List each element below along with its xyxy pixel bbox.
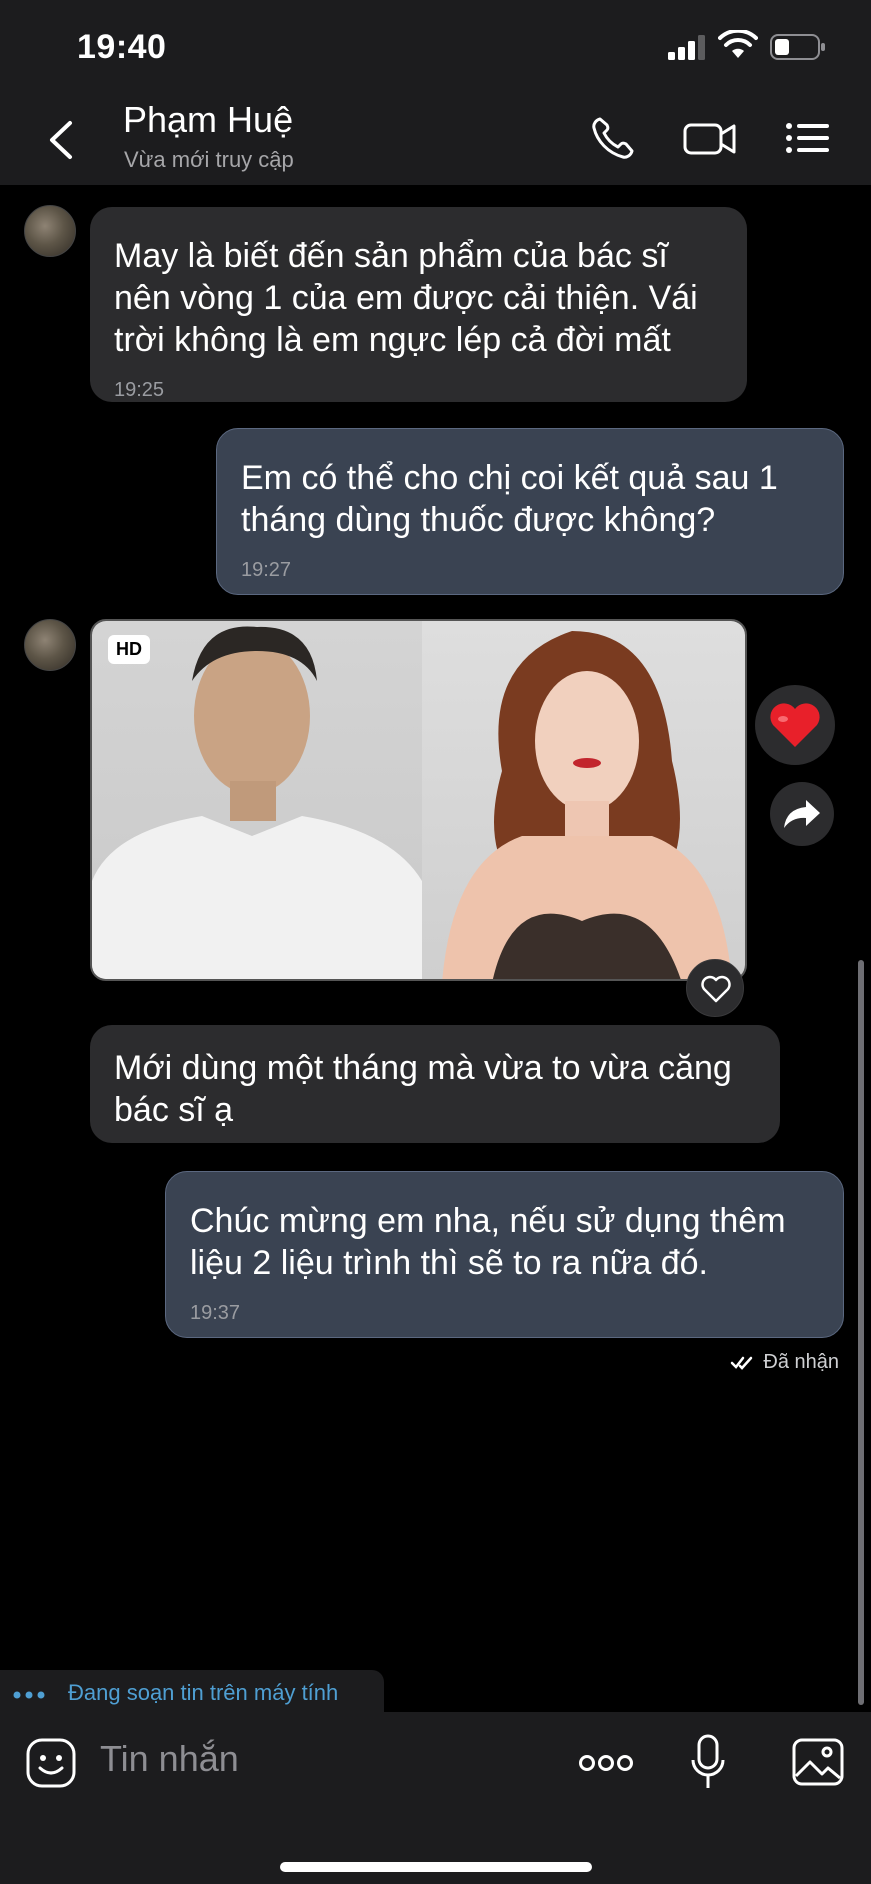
heart-reaction-button[interactable] xyxy=(755,685,835,765)
contact-name[interactable]: Phạm Huệ xyxy=(123,99,293,141)
heart-reaction-icon xyxy=(770,703,820,747)
message-list[interactable]: May là biết đến sản phẩm của bác sĩ nên … xyxy=(0,185,871,1716)
typing-indicator: Đang soạn tin trên máy tính xyxy=(0,1670,384,1716)
message-bubble-incoming[interactable]: May là biết đến sản phẩm của bác sĩ nên … xyxy=(90,207,747,402)
message-text: Chúc mừng em nha, nếu sử dụng thêm liệu … xyxy=(190,1202,786,1282)
scrollbar[interactable] xyxy=(858,960,864,1705)
signal-icon xyxy=(668,35,705,60)
more-icon[interactable] xyxy=(578,1750,634,1776)
home-indicator[interactable] xyxy=(280,1862,592,1872)
back-icon[interactable] xyxy=(40,117,80,163)
photo-after xyxy=(422,621,745,979)
message-input[interactable]: Tin nhắn xyxy=(100,1738,239,1780)
check-double-icon xyxy=(730,1356,753,1370)
status-time: 19:40 xyxy=(77,28,167,66)
heart-outline-icon xyxy=(701,975,731,1003)
avatar[interactable] xyxy=(24,619,76,671)
share-icon xyxy=(784,800,820,828)
message-text: Em có thể cho chị coi kết quả sau 1 thán… xyxy=(241,459,778,539)
message-composer: Tin nhắn xyxy=(0,1712,871,1884)
contact-status: Vừa mới truy cập xyxy=(124,147,294,172)
message-time: 19:37 xyxy=(190,1302,241,1324)
message-time: 19:25 xyxy=(114,379,165,401)
microphone-icon[interactable] xyxy=(690,1734,726,1792)
message-bubble-outgoing[interactable]: Chúc mừng em nha, nếu sử dụng thêm liệu … xyxy=(165,1171,844,1338)
sticker-icon[interactable] xyxy=(26,1738,76,1788)
message-text: May là biết đến sản phẩm của bác sĩ nên … xyxy=(114,237,698,359)
battery-icon xyxy=(770,34,825,60)
wifi-icon xyxy=(718,30,758,58)
message-bubble-incoming[interactable]: Mới dùng một tháng mà vừa to vừa căng bá… xyxy=(90,1025,780,1143)
image-icon[interactable] xyxy=(792,1736,844,1788)
menu-list-icon[interactable] xyxy=(785,113,831,163)
typing-dots-icon xyxy=(13,1691,45,1699)
phone-icon[interactable] xyxy=(588,113,638,163)
typing-indicator-text: Đang soạn tin trên máy tính xyxy=(68,1680,339,1705)
hd-badge: HD xyxy=(108,635,150,664)
share-button[interactable] xyxy=(770,782,834,846)
delivery-status-text: Đã nhận xyxy=(763,1351,839,1373)
message-time: 19:27 xyxy=(241,559,292,581)
photo-before xyxy=(92,621,422,979)
message-text: Mới dùng một tháng mà vừa to vừa căng bá… xyxy=(114,1049,732,1129)
chat-header: Phạm Huệ Vừa mới truy cập xyxy=(0,95,871,185)
avatar[interactable] xyxy=(24,205,76,257)
video-icon[interactable] xyxy=(682,113,738,163)
react-button[interactable] xyxy=(686,959,744,1017)
status-bar: 19:40 xyxy=(0,0,871,95)
delivery-status: Đã nhận xyxy=(730,1351,839,1374)
message-bubble-outgoing[interactable]: Em có thể cho chị coi kết quả sau 1 thán… xyxy=(216,428,844,595)
image-message[interactable]: HD xyxy=(90,619,747,981)
